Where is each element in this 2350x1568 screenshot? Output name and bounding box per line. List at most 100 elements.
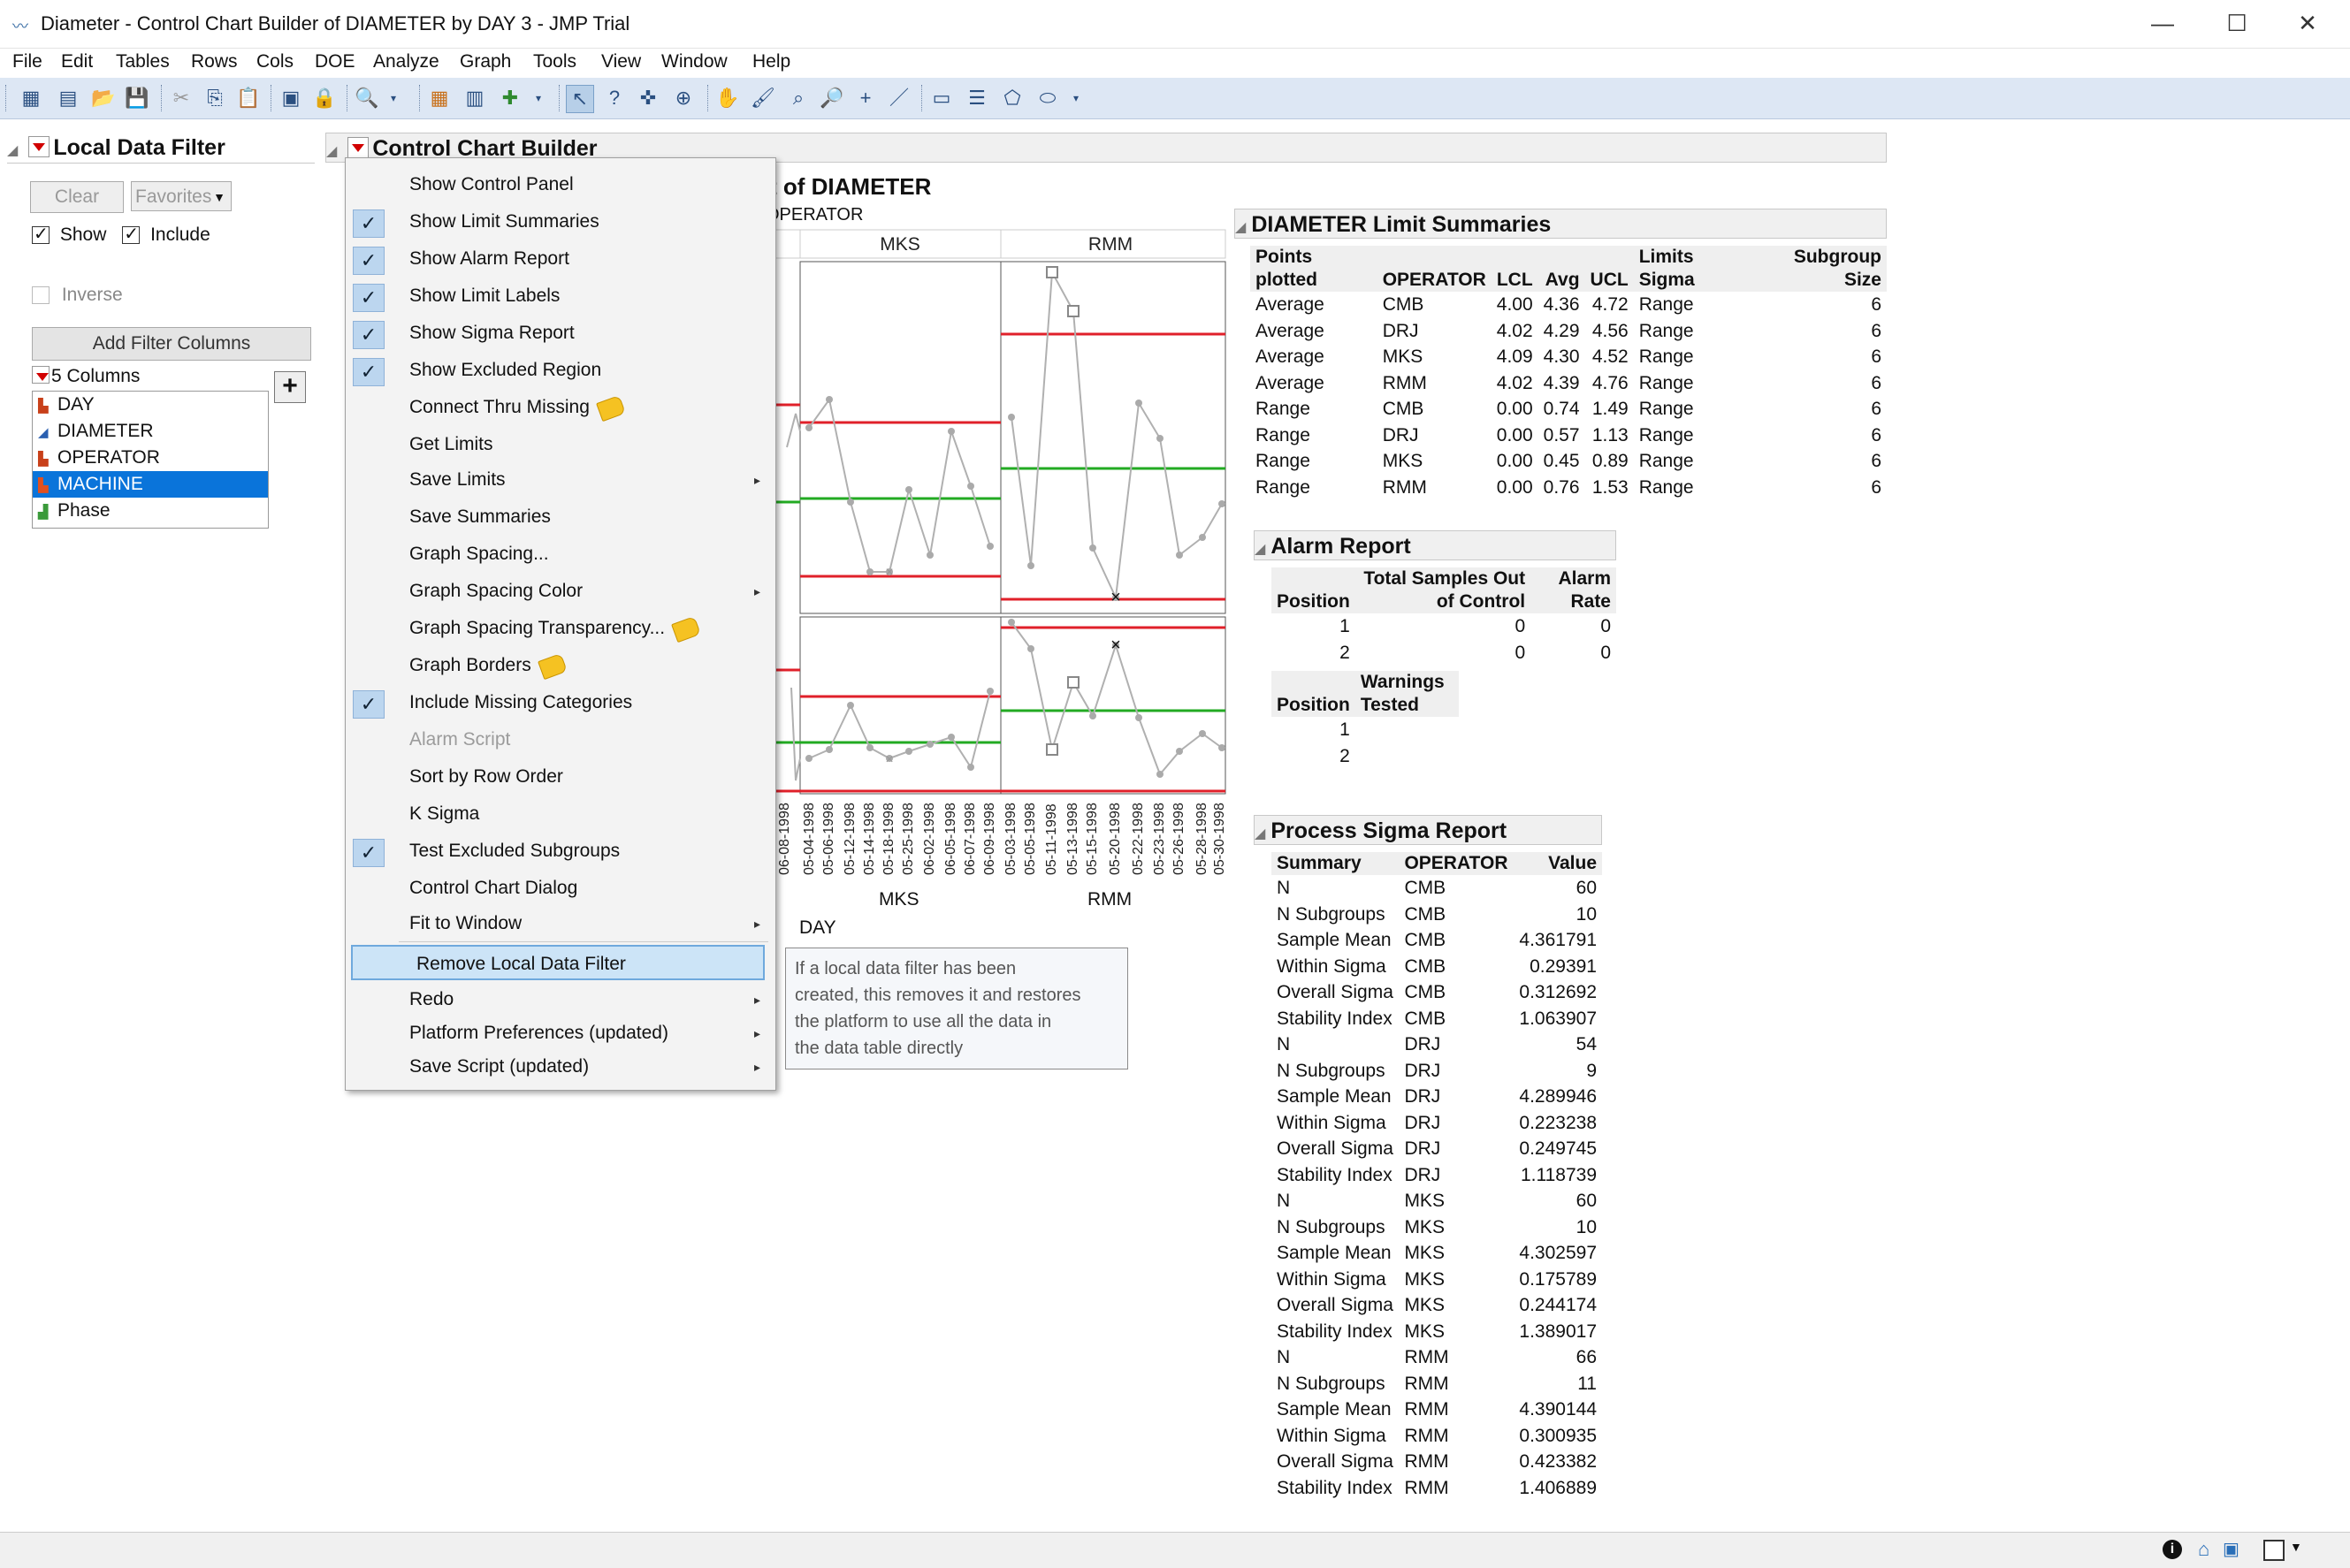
annotate-icon[interactable]: ▭: [928, 85, 955, 111]
dropdown-arrow-icon[interactable]: ▾: [1063, 85, 1089, 111]
menu-item[interactable]: Remove Local Data Filter: [351, 945, 765, 980]
arrow-tool-icon[interactable]: ↖: [566, 85, 594, 113]
menu-doe[interactable]: DOE: [315, 51, 355, 72]
close-button[interactable]: ✕: [2272, 5, 2343, 41]
menu-item[interactable]: Show Control Panel: [346, 167, 770, 202]
red-triangle-menu-icon[interactable]: [347, 137, 370, 159]
add-filter-columns-button[interactable]: Add Filter Columns: [32, 327, 311, 361]
menu-item[interactable]: Save Summaries: [346, 499, 770, 535]
home-icon[interactable]: ⌂: [2198, 1538, 2209, 1561]
list-item[interactable]: ▙ DAY: [33, 392, 268, 418]
cut-icon[interactable]: ✂: [168, 85, 195, 111]
show-checkbox[interactable]: [32, 223, 50, 245]
menu-item[interactable]: Graph Borders: [346, 648, 770, 683]
menu-window[interactable]: Window: [661, 51, 728, 72]
menu-file[interactable]: File: [12, 51, 42, 72]
menu-item[interactable]: Graph Spacing Transparency...: [346, 611, 770, 646]
separator-icon[interactable]: ☰: [964, 85, 990, 111]
line-tool-icon[interactable]: ／: [886, 85, 912, 111]
clear-button[interactable]: Clear: [30, 181, 124, 213]
table-cell: 0.223238: [1519, 1112, 1597, 1133]
columns-list[interactable]: ▙ DAY ◢ DIAMETER ▙ OPERATOR ▙ MACHINE ▟ Phase: [32, 391, 269, 529]
rmm-range-point: [1027, 645, 1034, 652]
favorites-dropdown[interactable]: Favorites ▼: [131, 181, 232, 211]
menu-item[interactable]: Platform Preferences (updated) ▸: [346, 1016, 770, 1051]
menu-item[interactable]: ✓ Show Limit Summaries: [346, 204, 770, 240]
crosshair-tool-icon[interactable]: ✜: [635, 85, 661, 111]
brush-tool-icon[interactable]: 🖌: [750, 85, 776, 111]
list-item-selected[interactable]: ▙ MACHINE: [33, 471, 268, 498]
columns-icon[interactable]: ▥: [462, 85, 488, 111]
disclosure-icon[interactable]: ◢: [1255, 819, 1265, 849]
menu-analyze[interactable]: Analyze: [373, 51, 439, 72]
add-column-plus-button[interactable]: +: [274, 371, 306, 403]
chevron-down-icon[interactable]: ▼: [2290, 1540, 2302, 1554]
menu-item[interactable]: Redo ▸: [346, 982, 770, 1017]
help-tool-icon[interactable]: ?: [601, 85, 628, 111]
menu-view[interactable]: View: [601, 51, 641, 72]
menu-tables[interactable]: Tables: [116, 51, 170, 72]
polygon-icon[interactable]: ⬠: [999, 85, 1026, 111]
journal-icon[interactable]: ▣: [278, 85, 304, 111]
lock-icon[interactable]: 🔒: [311, 85, 338, 111]
list-item[interactable]: ▙ OPERATOR: [33, 445, 268, 471]
menu-item[interactable]: Get Limits: [346, 427, 770, 462]
menu-rows[interactable]: Rows: [191, 51, 238, 72]
list-item[interactable]: ◢ DIAMETER: [33, 418, 268, 445]
list-item[interactable]: ▟ Phase: [33, 498, 268, 524]
disclosure-icon[interactable]: ◢: [326, 137, 337, 167]
menu-item[interactable]: Control Chart Dialog: [346, 871, 770, 906]
menu-tools[interactable]: Tools: [533, 51, 576, 72]
menu-item[interactable]: ✓ Show Limit Labels: [346, 278, 770, 314]
menu-item[interactable]: ✓ Show Excluded Region: [346, 353, 770, 388]
info-icon[interactable]: i: [2163, 1540, 2182, 1559]
copy-icon[interactable]: ⎘: [202, 85, 228, 111]
plus-icon[interactable]: +: [852, 85, 879, 111]
zoom-icon[interactable]: 🔎: [819, 85, 845, 111]
window-list-icon[interactable]: ▣: [2223, 1538, 2239, 1560]
menu-item[interactable]: Save Script (updated) ▸: [346, 1049, 770, 1085]
dropdown-arrow-icon[interactable]: ▾: [380, 85, 407, 111]
menu-item[interactable]: Graph Spacing...: [346, 537, 770, 572]
maximize-button[interactable]: ☐: [2201, 5, 2272, 41]
inverse-checkbox[interactable]: [32, 286, 50, 305]
menu-cols[interactable]: Cols: [256, 51, 294, 72]
menu-edit[interactable]: Edit: [61, 51, 93, 72]
menu-item[interactable]: Graph Spacing Color ▸: [346, 574, 770, 609]
disclosure-icon[interactable]: ◢: [1255, 535, 1265, 565]
toolbar-separator: [347, 85, 349, 111]
paste-icon[interactable]: 📋: [235, 85, 262, 111]
menu-item[interactable]: Sort by Row Order: [346, 759, 770, 795]
new-table-icon[interactable]: ▦: [18, 85, 44, 111]
menu-item[interactable]: ✓ Show Sigma Report: [346, 316, 770, 351]
data-table-icon[interactable]: ▦: [426, 85, 453, 111]
add-icon[interactable]: ✚: [497, 85, 523, 111]
ellipse-icon[interactable]: ⬭: [1034, 85, 1061, 111]
window-select-icon[interactable]: [2263, 1540, 2285, 1561]
disclosure-icon[interactable]: ◢: [1235, 213, 1246, 243]
include-checkbox[interactable]: [122, 223, 141, 245]
menu-item[interactable]: K Sigma: [346, 796, 770, 832]
disclosure-icon[interactable]: ◢: [7, 136, 18, 166]
red-triangle-menu-icon[interactable]: [28, 136, 50, 158]
menu-item[interactable]: ✓ Test Excluded Subgroups: [346, 833, 770, 869]
alarm-report-header: ◢ Alarm Report: [1254, 530, 1616, 560]
search-icon[interactable]: 🔍: [354, 85, 380, 111]
minimize-button[interactable]: —: [2127, 5, 2198, 41]
open-icon[interactable]: 📂: [90, 85, 117, 111]
dropdown-arrow-icon[interactable]: ▾: [525, 85, 552, 111]
new-script-icon[interactable]: ▤: [55, 85, 81, 111]
menu-item[interactable]: Save Limits ▸: [346, 462, 770, 498]
menu-item[interactable]: ✓ Show Alarm Report: [346, 241, 770, 277]
menu-item[interactable]: ✓ Include Missing Categories: [346, 685, 770, 720]
lasso-icon[interactable]: ⊕: [670, 85, 697, 111]
columns-menu-icon[interactable]: [32, 366, 50, 384]
table-cell: 6: [1871, 294, 1881, 315]
hand-tool-icon[interactable]: ✋: [714, 85, 741, 111]
menu-help[interactable]: Help: [752, 51, 790, 72]
menu-graph[interactable]: Graph: [460, 51, 511, 72]
menu-item[interactable]: Connect Thru Missing: [346, 390, 770, 425]
menu-item[interactable]: Fit to Window ▸: [346, 906, 770, 941]
selection-icon[interactable]: ⌕: [785, 85, 812, 111]
save-icon[interactable]: 💾: [124, 85, 150, 111]
